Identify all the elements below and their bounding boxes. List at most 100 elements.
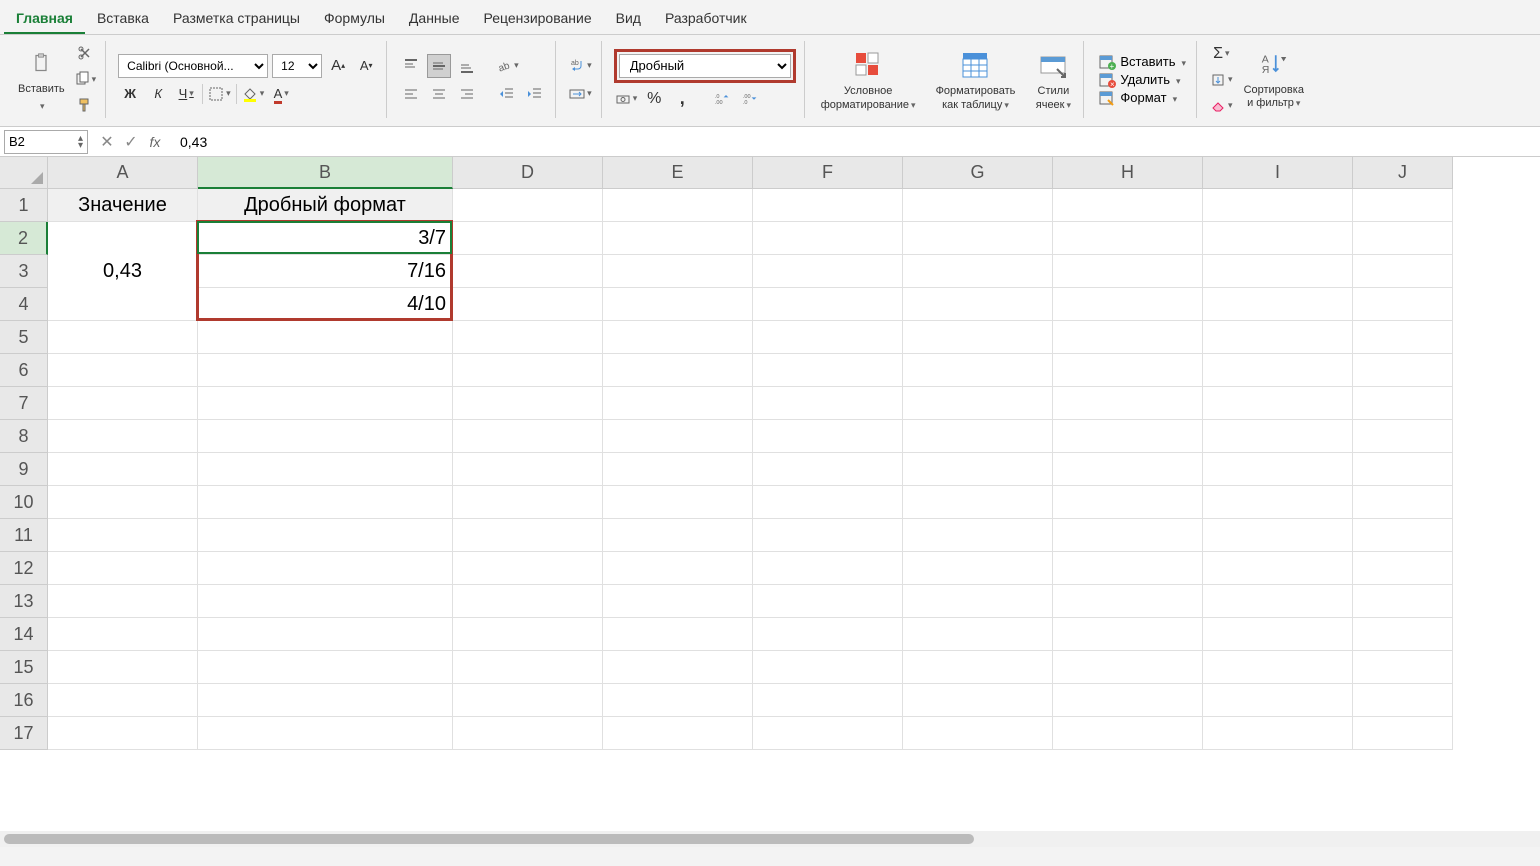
cell[interactable]: Дробный формат xyxy=(198,189,453,222)
tab-review[interactable]: Рецензирование xyxy=(472,4,604,34)
cell[interactable] xyxy=(1053,519,1203,552)
column-header[interactable]: J xyxy=(1353,157,1453,189)
row-header[interactable]: 17 xyxy=(0,717,48,750)
cell[interactable]: 0,43 xyxy=(48,255,198,288)
cell[interactable] xyxy=(48,288,198,321)
cell[interactable] xyxy=(753,222,903,255)
cell[interactable] xyxy=(198,354,453,387)
tab-page-layout[interactable]: Разметка страницы xyxy=(161,4,312,34)
cell[interactable] xyxy=(903,288,1053,321)
cell[interactable] xyxy=(753,321,903,354)
cell[interactable] xyxy=(603,321,753,354)
cell[interactable] xyxy=(753,519,903,552)
cell[interactable] xyxy=(453,717,603,750)
cell[interactable] xyxy=(1203,387,1353,420)
merge-cells-button[interactable] xyxy=(568,82,593,106)
increase-decimal-button[interactable]: .0.00 xyxy=(710,87,734,111)
horizontal-scrollbar[interactable] xyxy=(0,831,1540,847)
orientation-button[interactable]: ab xyxy=(495,54,520,78)
cell[interactable] xyxy=(903,618,1053,651)
cell[interactable] xyxy=(198,618,453,651)
cell[interactable] xyxy=(453,321,603,354)
percent-button[interactable]: % xyxy=(642,87,666,111)
cell[interactable] xyxy=(603,585,753,618)
cell[interactable] xyxy=(1353,255,1453,288)
fill-button[interactable] xyxy=(1209,68,1234,92)
cell[interactable] xyxy=(1353,486,1453,519)
cell[interactable]: 4/10 xyxy=(198,288,453,321)
cell[interactable] xyxy=(453,387,603,420)
column-header[interactable]: D xyxy=(453,157,603,189)
cell[interactable] xyxy=(603,486,753,519)
cell[interactable] xyxy=(1203,717,1353,750)
cell[interactable] xyxy=(1353,519,1453,552)
paste-dropdown[interactable] xyxy=(38,96,45,114)
cell[interactable] xyxy=(1053,288,1203,321)
align-middle-button[interactable] xyxy=(427,54,451,78)
cell[interactable] xyxy=(1053,255,1203,288)
currency-button[interactable] xyxy=(614,87,639,111)
cell[interactable] xyxy=(903,189,1053,222)
cell[interactable] xyxy=(198,321,453,354)
row-header[interactable]: 8 xyxy=(0,420,48,453)
align-center-button[interactable] xyxy=(427,82,451,106)
cell[interactable] xyxy=(1353,453,1453,486)
underline-button[interactable]: Ч xyxy=(174,82,198,106)
cell[interactable] xyxy=(1053,387,1203,420)
cell[interactable]: 3/7 xyxy=(198,222,453,255)
format-as-table-button[interactable]: Форматироватькак таблицу xyxy=(932,43,1020,115)
accept-formula-button[interactable]: ✓ xyxy=(122,133,140,151)
cell[interactable] xyxy=(1203,288,1353,321)
font-color-button[interactable]: A xyxy=(269,82,293,106)
cell[interactable] xyxy=(1353,288,1453,321)
decrease-font-button[interactable]: A▾ xyxy=(354,54,378,78)
row-header[interactable]: 5 xyxy=(0,321,48,354)
cell[interactable] xyxy=(453,519,603,552)
cell[interactable] xyxy=(198,420,453,453)
fx-button[interactable]: fx xyxy=(146,133,164,151)
cell[interactable] xyxy=(1353,189,1453,222)
cell[interactable] xyxy=(48,717,198,750)
formula-input[interactable] xyxy=(174,134,1536,150)
column-header[interactable]: G xyxy=(903,157,1053,189)
cell[interactable] xyxy=(753,288,903,321)
cell[interactable] xyxy=(48,552,198,585)
cell[interactable] xyxy=(1203,354,1353,387)
format-painter-button[interactable] xyxy=(73,93,98,117)
cell[interactable] xyxy=(903,453,1053,486)
cell[interactable] xyxy=(1203,552,1353,585)
increase-indent-button[interactable] xyxy=(523,82,547,106)
cell[interactable] xyxy=(603,684,753,717)
cell[interactable] xyxy=(453,486,603,519)
cell[interactable] xyxy=(48,684,198,717)
comma-style-button[interactable]: , xyxy=(670,87,694,111)
fill-color-button[interactable] xyxy=(241,82,266,106)
cell[interactable] xyxy=(753,717,903,750)
column-header[interactable]: F xyxy=(753,157,903,189)
tab-developer[interactable]: Разработчик xyxy=(653,4,759,34)
cell[interactable] xyxy=(453,552,603,585)
bold-button[interactable]: Ж xyxy=(118,82,142,106)
cell[interactable] xyxy=(1353,585,1453,618)
delete-cells-button[interactable]: ×Удалить xyxy=(1096,72,1188,88)
cell[interactable] xyxy=(903,354,1053,387)
format-cells-button[interactable]: Формат xyxy=(1096,90,1188,106)
cell[interactable] xyxy=(48,453,198,486)
cell[interactable] xyxy=(903,222,1053,255)
cell[interactable] xyxy=(198,519,453,552)
tab-insert[interactable]: Вставка xyxy=(85,4,161,34)
cell[interactable] xyxy=(453,585,603,618)
autosum-button[interactable]: Σ xyxy=(1209,42,1234,66)
column-header[interactable]: I xyxy=(1203,157,1353,189)
cell[interactable] xyxy=(1203,651,1353,684)
row-header[interactable]: 10 xyxy=(0,486,48,519)
cell[interactable] xyxy=(198,585,453,618)
cell[interactable] xyxy=(603,453,753,486)
cell[interactable] xyxy=(1353,420,1453,453)
cell[interactable] xyxy=(1053,354,1203,387)
cell[interactable] xyxy=(753,453,903,486)
cell-styles-button[interactable]: Стилиячеек xyxy=(1031,43,1075,115)
tab-data[interactable]: Данные xyxy=(397,4,472,34)
cell[interactable] xyxy=(48,486,198,519)
cell[interactable] xyxy=(48,354,198,387)
